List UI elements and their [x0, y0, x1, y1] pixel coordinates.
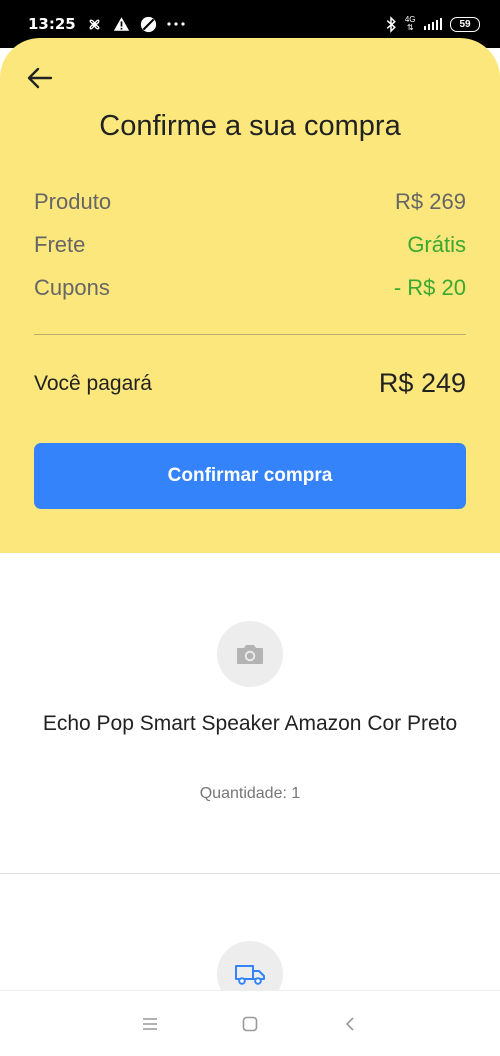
blocked-icon [140, 16, 156, 32]
status-time: 13:25 [28, 15, 76, 33]
confirm-purchase-button[interactable]: Confirmar compra [34, 443, 466, 509]
status-left-icons [86, 16, 185, 33]
row-value: Grátis [407, 232, 466, 257]
status-right-icons: 4G ⇅ 59 [385, 16, 480, 33]
network-type: 4G ⇅ [404, 15, 416, 32]
battery-icon: 59 [450, 16, 480, 32]
recents-button[interactable] [130, 1004, 170, 1044]
product-name: Echo Pop Smart Speaker Amazon Cor Preto [42, 712, 458, 735]
home-button[interactable] [230, 1004, 270, 1044]
shipping-section [0, 874, 500, 990]
shipping-icon-circle [217, 941, 283, 990]
battery-level: 59 [459, 18, 471, 30]
system-back-button[interactable] [330, 1004, 370, 1044]
row-value: R$ 269 [395, 189, 466, 214]
arrow-left-icon [27, 67, 53, 89]
row-label: Produto [34, 189, 112, 214]
row-label: Frete [34, 232, 86, 257]
back-button[interactable] [22, 60, 58, 96]
system-nav-bar [0, 990, 500, 1056]
back-chevron-icon [345, 1016, 354, 1031]
camera-icon [237, 645, 263, 664]
summary-row-produto: Produto R$ 269 [34, 189, 466, 215]
total-amount: R$ 249 [378, 368, 466, 398]
row-value: - R$ 20 [393, 275, 466, 300]
summary-row-frete: Frete Grátis [34, 232, 466, 258]
page-title: Confirme a sua compra [99, 110, 401, 142]
signal-icon [423, 18, 442, 30]
bluetooth-icon [386, 15, 396, 33]
summary-divider [34, 334, 466, 335]
summary-row-cupons: Cupons - R$ 20 [34, 275, 466, 301]
product-quantity: Quantidade: 1 [199, 785, 301, 802]
product-image-placeholder [217, 621, 283, 687]
total-row: Você pagará R$ 249 [34, 368, 466, 399]
menu-icon [143, 1017, 157, 1030]
row-label: Cupons [34, 275, 110, 300]
home-square-icon [242, 1016, 258, 1031]
purchase-summary-card: Confirme a sua compra Produto R$ 269 Fre… [0, 38, 500, 553]
truck-icon [235, 965, 265, 985]
alert-icon [113, 17, 129, 31]
total-label: Você pagará [34, 371, 152, 395]
more-dots-icon [167, 22, 185, 26]
product-section: Echo Pop Smart Speaker Amazon Cor Preto … [0, 553, 500, 874]
fan-icon [89, 19, 100, 29]
